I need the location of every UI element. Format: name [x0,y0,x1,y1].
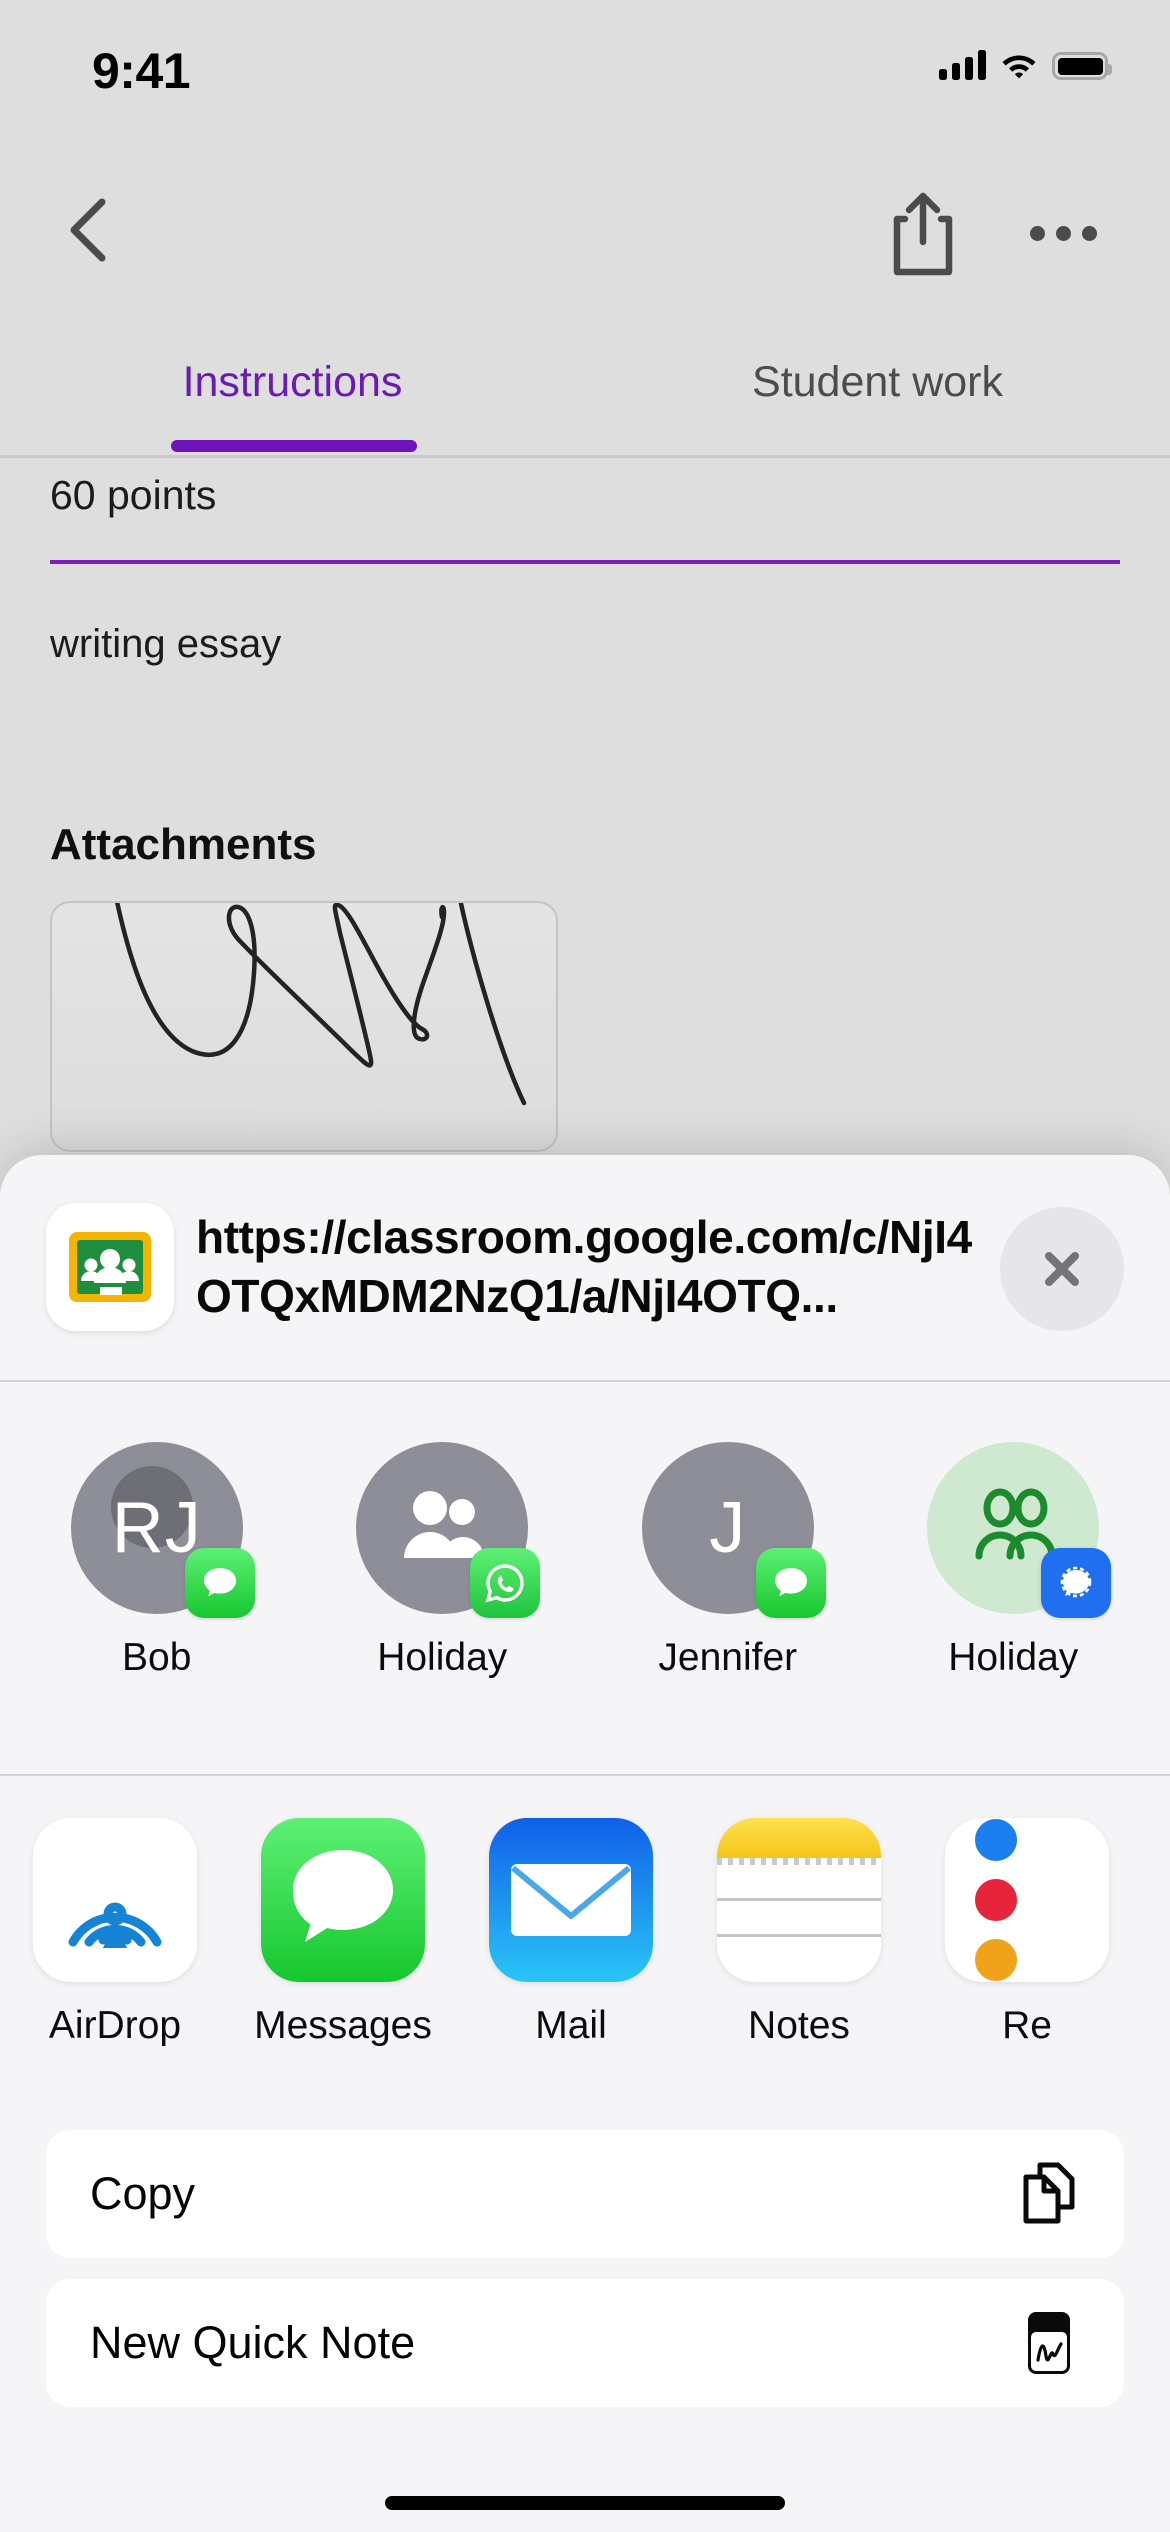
assignment-points: 60 points [50,472,217,518]
share-apps-row: AirDrop Messages Mail Notes Re [0,1776,1170,2106]
status-bar-indicators [939,50,1112,80]
assignment-description: writing essay [50,622,282,666]
handwritten-scribble-icon [115,903,527,1106]
app-label: Mail [535,2004,607,2047]
avatar-initials: RJ [111,1488,202,1568]
assignment-tab-bar: Instructions Student work [0,330,1170,455]
app-label: Messages [254,2004,432,2047]
battery-full-icon [1052,52,1112,80]
app-label: Re [1002,2004,1052,2047]
mail-icon [489,1818,653,1982]
reminders-dot-orange [975,1939,1017,1981]
avatar-initials: J [709,1488,747,1568]
reminders-dot-red [975,1879,1017,1921]
contact-label: Bob [122,1636,192,1679]
share-app-mail[interactable]: Mail [488,1776,654,2106]
tab-student-work-label: Student work [752,358,1003,406]
app-label: AirDrop [48,2004,182,2047]
avatar [927,1442,1112,1618]
chevron-left-icon[interactable] [50,190,130,270]
contact-holiday-signal[interactable]: Holiday [871,1382,1157,1772]
assignment-divider [50,560,1120,564]
share-sheet-header: https://classroom.google.com/c/NjI4OTQxM… [0,1155,1170,1380]
signal-icon [1041,1548,1112,1618]
google-classroom-icon [46,1203,174,1331]
avatar: RJ [70,1442,255,1618]
action-new-quick-note[interactable]: New Quick Note [46,2279,1124,2407]
notes-icon [717,1818,881,1982]
quick-note-icon [1028,2312,1070,2374]
close-circle-icon[interactable] [1000,1207,1124,1331]
airdrop-icon [33,1818,197,1982]
messages-icon [755,1548,826,1618]
share-app-airdrop[interactable]: AirDrop [32,1776,198,2106]
whatsapp-icon [470,1548,541,1618]
reminders-dot-blue [975,1819,1017,1861]
share-contacts-row: RJ Bob Holiday J Jennifer Holiday [0,1382,1170,1772]
attachments-heading: Attachments [50,820,317,869]
contact-label: Holiday [948,1636,1079,1679]
tab-active-underline [171,440,417,452]
action-label: New Quick Note [90,2317,416,2368]
contact-bob[interactable]: RJ Bob [14,1382,300,1772]
action-label: Copy [90,2168,196,2219]
home-indicator [385,2496,785,2510]
reminders-icon [945,1818,1109,1982]
share-app-messages[interactable]: Messages [254,1776,432,2106]
tab-instructions-label: Instructions [182,358,403,406]
tab-bar-divider [0,455,1170,458]
share-icon[interactable] [880,190,966,280]
messages-icon [261,1818,425,1982]
avatar: J [641,1442,826,1618]
ios-share-sheet: https://classroom.google.com/c/NjI4OTQxM… [0,1155,1170,2532]
contact-label: Jennifer [658,1636,798,1679]
share-preview-url: https://classroom.google.com/c/NjI4OTQxM… [196,1211,972,1322]
share-app-notes[interactable]: Notes [716,1776,882,2106]
status-bar: 9:41 [0,0,1170,100]
attachment-thumbnail[interactable] [50,901,558,1152]
share-app-reminders[interactable]: Re [944,1776,1110,2106]
wifi-icon [1002,55,1036,79]
copy-icon [1023,2162,1075,2224]
avatar [356,1442,541,1618]
contact-jennifer[interactable]: J Jennifer [585,1382,871,1772]
action-copy[interactable]: Copy [46,2130,1124,2258]
tab-instructions[interactable]: Instructions [0,330,585,455]
tab-student-work[interactable]: Student work [585,330,1170,455]
navigation-bar [0,180,1170,310]
app-label: Notes [748,2004,850,2047]
cellular-signal-icon [939,50,986,80]
more-horizontal-icon[interactable] [1030,218,1120,248]
status-bar-time: 9:41 [92,43,191,99]
contact-label: Holiday [377,1636,508,1679]
contact-holiday-whatsapp[interactable]: Holiday [300,1382,586,1772]
